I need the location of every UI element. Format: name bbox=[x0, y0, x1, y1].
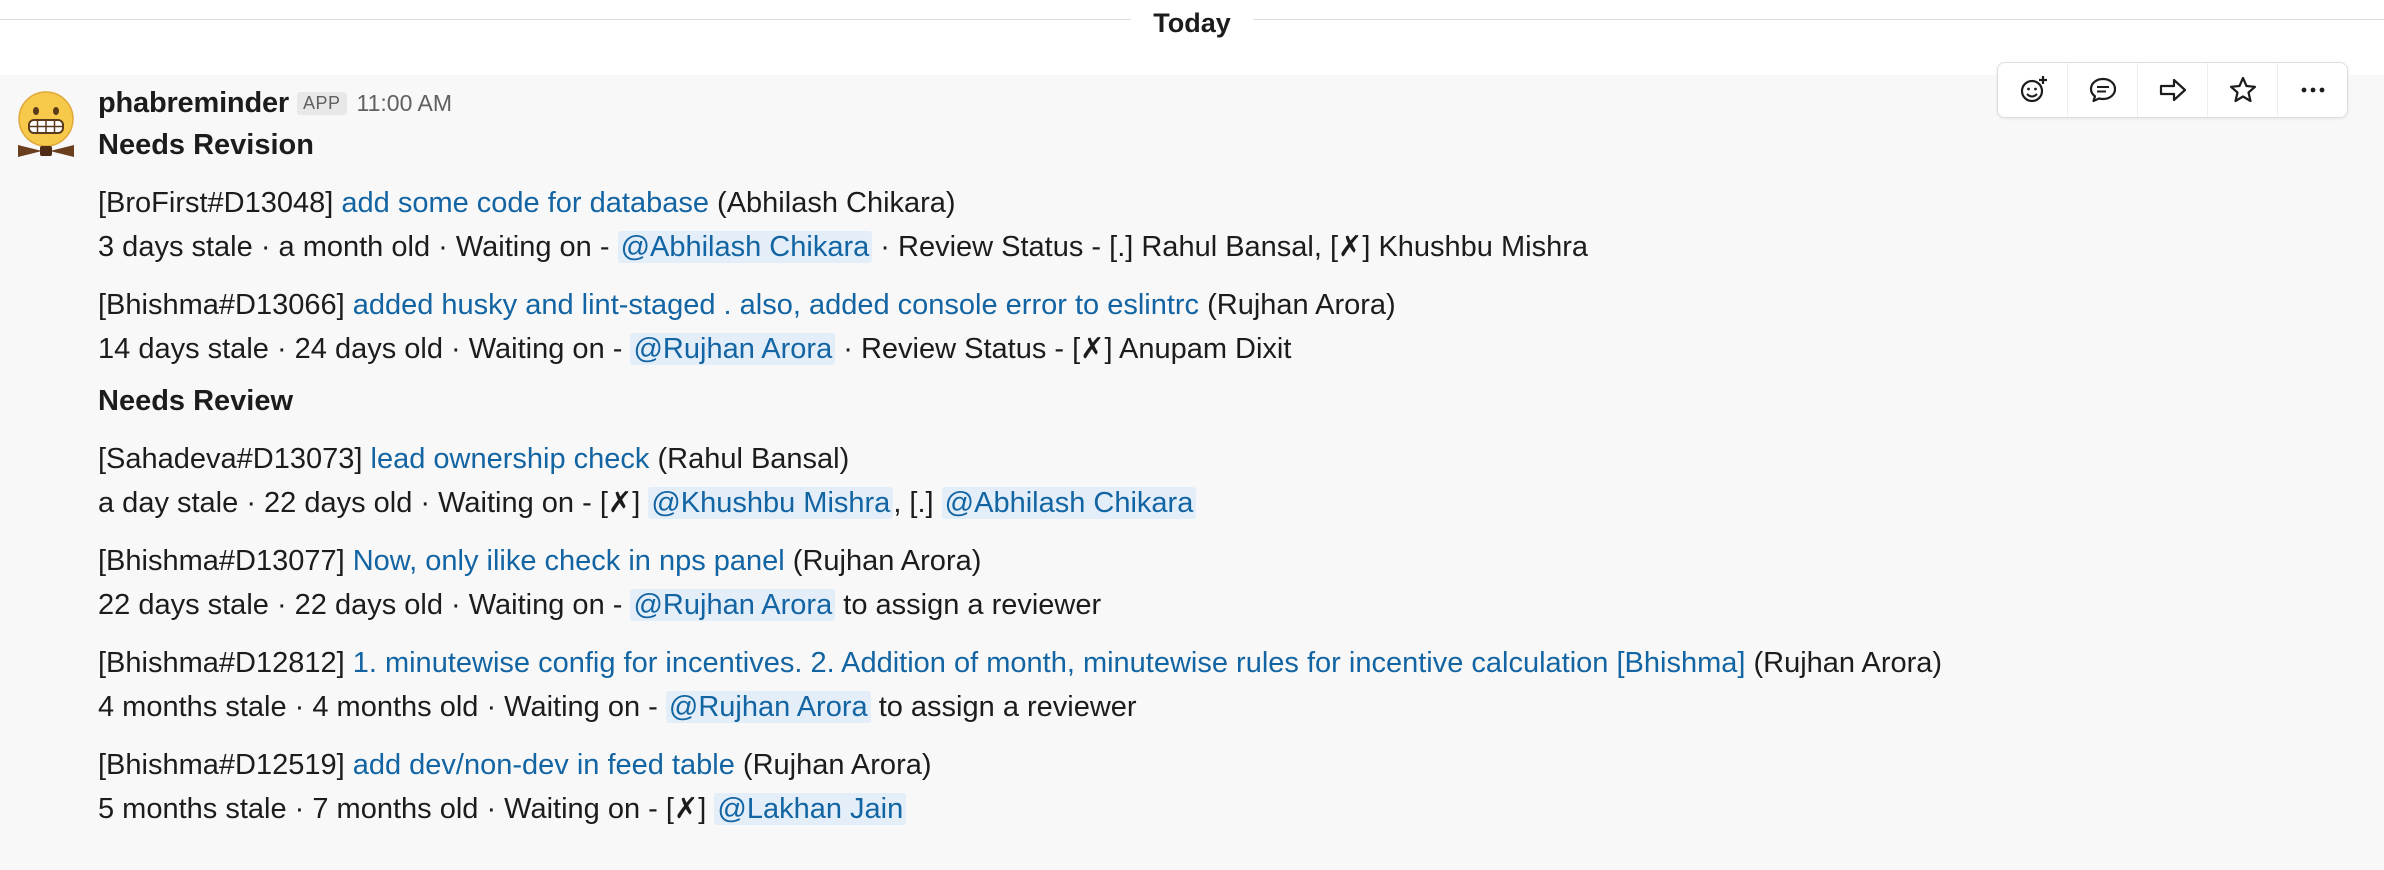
item-status-line: a day stale · 22 days old · Waiting on -… bbox=[98, 481, 2364, 525]
review-status-text: · Review Status - [.] Rahul Bansal, [✗] … bbox=[880, 231, 1589, 263]
item-status-line: 22 days stale · 22 days old · Waiting on… bbox=[98, 583, 2364, 627]
revision-link[interactable]: 1. minutewise config for incentives. 2. … bbox=[353, 647, 1746, 679]
revision-author: (Rahul Bansal) bbox=[657, 443, 850, 475]
more-actions-button[interactable] bbox=[2278, 63, 2347, 117]
more-actions-icon bbox=[2301, 87, 2324, 93]
user-mention[interactable]: @Rujhan Arora bbox=[665, 691, 871, 723]
message-content: phabreminder APP 11:00 AM Needs Revision… bbox=[98, 83, 2364, 839]
revision-ref: [Bhishma#D12812] bbox=[98, 647, 345, 679]
revision-link[interactable]: Now, only ilike check in nps panel bbox=[353, 545, 785, 577]
revision-ref: [Bhishma#D13077] bbox=[98, 545, 345, 577]
item-title-line: [BroFirst#D13048] add some code for data… bbox=[98, 181, 2364, 225]
revision-ref: [Bhishma#D12519] bbox=[98, 749, 345, 781]
list-item: [BroFirst#D13048] add some code for data… bbox=[98, 181, 2364, 269]
revision-link[interactable]: add some code for database bbox=[341, 187, 709, 219]
timestamp[interactable]: 11:00 AM bbox=[357, 90, 452, 117]
user-mention[interactable]: @Khushbu Mishra bbox=[648, 487, 894, 519]
section-title-needs-review: Needs Review bbox=[98, 385, 294, 417]
separator-text: , [.] bbox=[893, 487, 934, 519]
item-title-line: [Bhishma#D13077] Now, only ilike check i… bbox=[98, 539, 2364, 583]
save-star-icon bbox=[2229, 76, 2256, 103]
revision-author: (Rujhan Arora) bbox=[1753, 647, 1943, 679]
stale-text: 3 days stale · a month old · Waiting on … bbox=[98, 231, 610, 263]
item-status-line: 5 months stale · 7 months old · Waiting … bbox=[98, 787, 2364, 831]
message-actions-toolbar bbox=[1997, 62, 2348, 118]
add-reaction-icon bbox=[2020, 76, 2047, 103]
revision-author: (Rujhan Arora) bbox=[1207, 289, 1396, 321]
date-divider-label[interactable]: Today bbox=[1131, 4, 1253, 42]
list-item: [Bhishma#D12812] 1. minutewise config fo… bbox=[98, 641, 2364, 729]
item-status-line: 3 days stale · a month old · Waiting on … bbox=[98, 225, 2364, 269]
list-item: [Bhishma#D13077] Now, only ilike check i… bbox=[98, 539, 2364, 627]
user-mention[interactable]: @Abhilash Chikara bbox=[941, 487, 1197, 519]
share-message-button[interactable] bbox=[2138, 63, 2208, 117]
user-mention[interactable]: @Rujhan Arora bbox=[630, 589, 836, 621]
stale-text: 4 months stale · 4 months old · Waiting … bbox=[98, 691, 658, 723]
revision-ref: [Bhishma#D13066] bbox=[98, 289, 345, 321]
item-title-line: [Bhishma#D13066] added husky and lint-st… bbox=[98, 283, 2364, 327]
assign-text: to assign a reviewer bbox=[843, 589, 1102, 621]
list-item: [Bhishma#D13066] added husky and lint-st… bbox=[98, 283, 2364, 371]
item-title-line: [Sahadeva#D13073] lead ownership check (… bbox=[98, 437, 2364, 481]
add-reaction-button[interactable] bbox=[1998, 63, 2068, 117]
list-item: [Bhishma#D12519] add dev/non-dev in feed… bbox=[98, 743, 2364, 831]
revision-author: (Rujhan Arora) bbox=[792, 545, 982, 577]
avatar[interactable] bbox=[12, 89, 80, 157]
grimacing-face-bowtie-icon bbox=[18, 91, 74, 157]
message[interactable]: phabreminder APP 11:00 AM Needs Revision… bbox=[0, 75, 2384, 870]
revision-ref: [Sahadeva#D13073] bbox=[98, 443, 363, 475]
stale-text: 22 days stale · 22 days old · Waiting on… bbox=[98, 589, 623, 621]
user-mention[interactable]: @Abhilash Chikara bbox=[617, 231, 873, 263]
item-title-line: [Bhishma#D12812] 1. minutewise config fo… bbox=[98, 641, 2364, 685]
review-status-text: · Review Status - [✗] Anupam Dixit bbox=[843, 333, 1292, 365]
item-status-line: 14 days stale · 24 days old · Waiting on… bbox=[98, 327, 2364, 371]
revision-link[interactable]: added husky and lint-staged . also, adde… bbox=[353, 289, 1199, 321]
revision-link[interactable]: add dev/non-dev in feed table bbox=[353, 749, 735, 781]
stale-text: 5 months stale · 7 months old · Waiting … bbox=[98, 793, 707, 825]
date-divider: Today bbox=[0, 0, 2384, 48]
revision-author: (Rujhan Arora) bbox=[742, 749, 932, 781]
list-item: [Sahadeva#D13073] lead ownership check (… bbox=[98, 437, 2364, 525]
reply-in-thread-button[interactable] bbox=[2068, 63, 2138, 117]
revision-link[interactable]: lead ownership check bbox=[371, 443, 650, 475]
save-message-button[interactable] bbox=[2208, 63, 2278, 117]
stale-text: 14 days stale · 24 days old · Waiting on… bbox=[98, 333, 623, 365]
reply-thread-icon bbox=[2089, 77, 2116, 103]
stale-text: a day stale · 22 days old · Waiting on -… bbox=[98, 487, 641, 519]
assign-text: to assign a reviewer bbox=[878, 691, 1137, 723]
app-badge: APP bbox=[296, 91, 347, 115]
user-mention[interactable]: @Rujhan Arora bbox=[630, 333, 836, 365]
item-title-line: [Bhishma#D12519] add dev/non-dev in feed… bbox=[98, 743, 2364, 787]
item-status-line: 4 months stale · 4 months old · Waiting … bbox=[98, 685, 2364, 729]
user-mention[interactable]: @Lakhan Jain bbox=[714, 793, 907, 825]
section-title-needs-revision: Needs Revision bbox=[98, 129, 314, 161]
revision-ref: [BroFirst#D13048] bbox=[98, 187, 334, 219]
revision-author: (Abhilash Chikara) bbox=[717, 187, 956, 219]
share-message-icon bbox=[2159, 78, 2186, 102]
sender-name[interactable]: phabreminder bbox=[98, 87, 289, 120]
